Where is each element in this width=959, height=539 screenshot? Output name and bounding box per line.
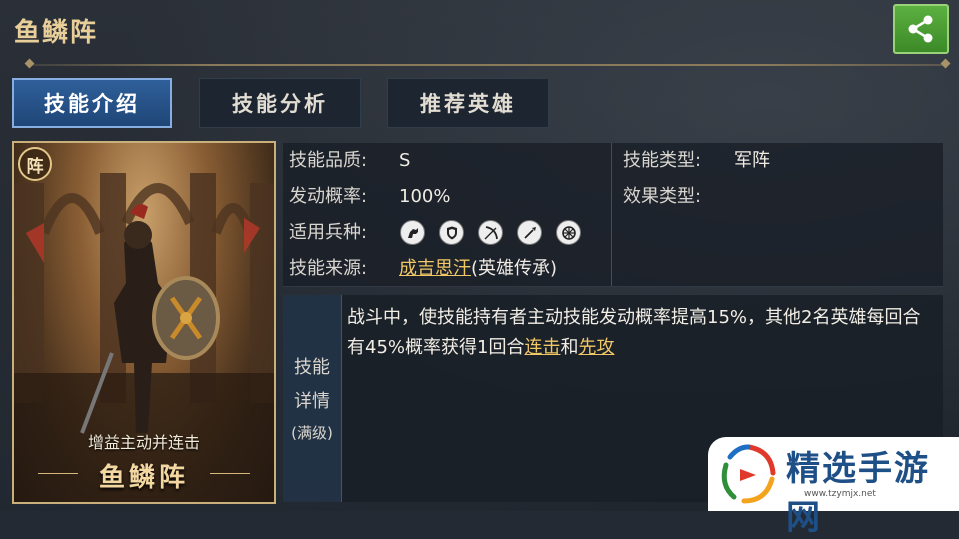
source-suffix: (英雄传承) xyxy=(471,258,558,279)
bow-icon xyxy=(478,220,503,245)
effect-label: 效果类型: xyxy=(623,186,702,207)
first-strike-link[interactable]: 先攻 xyxy=(578,337,614,358)
share-icon xyxy=(908,15,933,43)
cavalry-icon xyxy=(400,220,425,245)
shield-icon xyxy=(439,220,464,245)
page-title: 鱼鳞阵 xyxy=(14,18,99,48)
quality-label: 技能品质: xyxy=(289,150,368,171)
watermark-url: www.tzymjx.net xyxy=(804,489,876,499)
type-label: 技能类型: xyxy=(623,150,702,171)
watermark: 精选手游网 www.tzymjx.net xyxy=(708,437,959,538)
detail-label-line1: 技能 xyxy=(294,356,330,378)
troops-label: 适用兵种: xyxy=(289,222,368,243)
info-row-source: 技能来源: 成吉思汗(英雄传承) xyxy=(283,251,943,287)
share-button[interactable] xyxy=(893,4,949,54)
info-row-troops: 适用兵种: xyxy=(283,215,943,252)
detail-label-line2: 详情 xyxy=(294,390,330,412)
title-divider xyxy=(30,64,945,66)
source-value: 成吉思汗(英雄传承) xyxy=(399,251,557,287)
detail-text-part2: 和 xyxy=(560,337,579,358)
formation-badge: 阵 xyxy=(18,147,52,181)
skill-card: 阵 增益主动并连击 鱼鳞阵 xyxy=(12,141,276,504)
card-name: 鱼鳞阵 xyxy=(98,463,189,493)
info-row-quality: 技能品质: S 技能类型: 军阵 xyxy=(283,143,943,180)
detail-text: 战斗中，使技能持有者主动技能发动概率提高15%，其他2名英雄每回合有45%概率获… xyxy=(347,303,932,363)
tab-recommended-heroes[interactable]: 推荐英雄 xyxy=(387,78,549,128)
watermark-logo xyxy=(721,444,776,504)
spear-icon xyxy=(517,220,542,245)
tab-skill-analysis[interactable]: 技能分析 xyxy=(199,78,361,128)
type-value: 军阵 xyxy=(734,150,770,171)
source-hero-link[interactable]: 成吉思汗 xyxy=(399,258,471,279)
chariot-wheel-icon xyxy=(556,220,581,245)
combo-link[interactable]: 连击 xyxy=(524,337,560,358)
troop-icons xyxy=(400,220,581,245)
skill-info-table: 技能品质: S 技能类型: 军阵 发动概率: 100% 效果类型: 适用兵种: xyxy=(283,143,943,287)
rate-value: 100% xyxy=(399,186,451,207)
detail-text-part1: 战斗中，使技能持有者主动技能发动概率提高15%，其他2名英雄每回合有45%概率获… xyxy=(347,307,921,358)
quality-value: S xyxy=(399,150,411,171)
rate-label: 发动概率: xyxy=(289,186,368,207)
tab-skill-intro[interactable]: 技能介绍 xyxy=(12,78,172,128)
card-subtitle: 增益主动并连击 xyxy=(87,433,200,452)
detail-label: 技能 详情 (满级) xyxy=(283,295,342,502)
detail-label-line3: (满级) xyxy=(291,423,333,442)
source-label: 技能来源: xyxy=(289,258,368,279)
info-column-divider xyxy=(611,143,612,286)
info-row-rate: 发动概率: 100% 效果类型: xyxy=(283,179,943,216)
